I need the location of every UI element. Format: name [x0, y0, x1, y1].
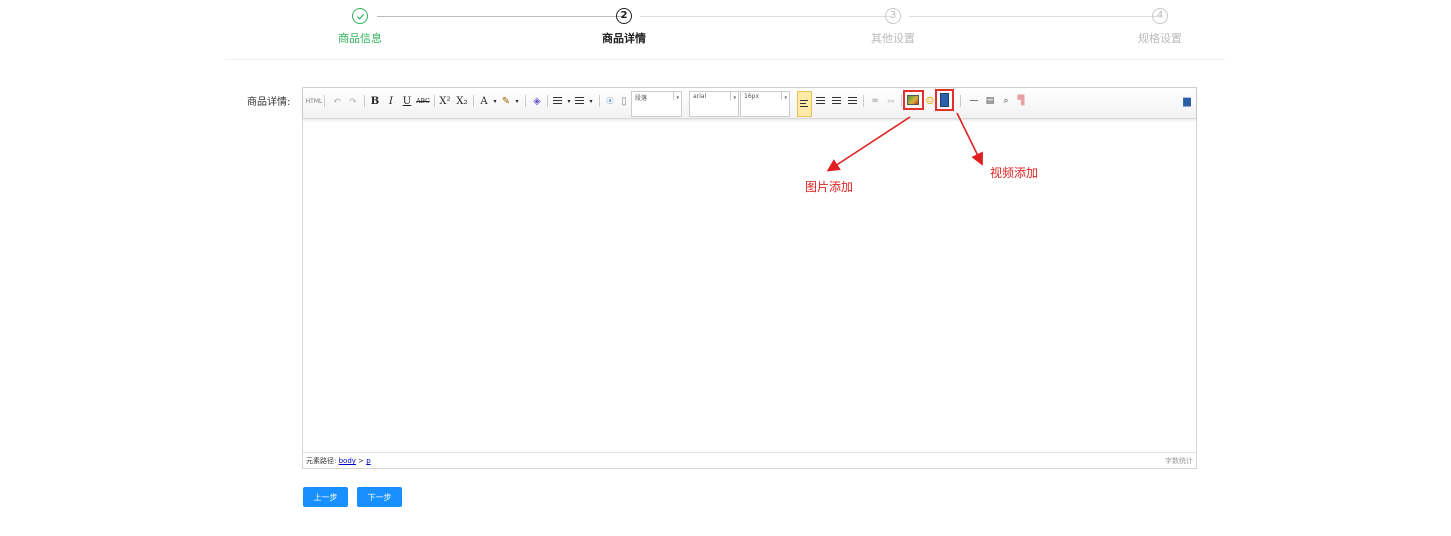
check-icon	[352, 8, 368, 24]
subscript-button[interactable]: X₂	[454, 93, 470, 109]
font-size-select[interactable]: 16px ▾	[740, 91, 790, 117]
source-code-button[interactable]: HTML	[306, 93, 323, 109]
select-divider	[781, 92, 782, 100]
paragraph-select[interactable]: 段落 ▾	[631, 91, 682, 117]
unlink-icon[interactable]: ⚯	[883, 93, 899, 109]
word-count: 字数统计	[1165, 457, 1193, 465]
toolbar-separator	[599, 95, 600, 107]
link-icon[interactable]: ∞	[867, 93, 883, 109]
detail-label: 商品详情:	[247, 97, 291, 108]
toolbar-separator	[434, 95, 435, 107]
toolbar-separator	[901, 95, 902, 107]
redo-icon[interactable]: ↷	[345, 93, 361, 109]
align-lines	[800, 100, 808, 107]
path-separator: >	[358, 457, 365, 465]
undo-icon[interactable]: ↶	[329, 93, 345, 109]
italic-button[interactable]: I	[383, 93, 399, 109]
step-progress: 商品信息 2 商品详情 3 其他设置 4 规格设置	[320, 8, 1200, 48]
step-number: 4	[1152, 8, 1168, 24]
step-number: 3	[885, 8, 901, 24]
step-label: 商品信息	[338, 32, 382, 45]
toolbar-separator	[364, 95, 365, 107]
element-path-label: 元素路径:	[306, 457, 337, 465]
editor-toolbar: HTML ↶ ↷ B I U ABC X² X₂ A ▾ ✎ ▾ ◈ ▾ ▾ ⓐ…	[303, 88, 1196, 119]
superscript-button[interactable]: X²	[437, 93, 453, 109]
font-family-value: arial	[693, 93, 707, 100]
toolbar-separator	[525, 95, 526, 107]
image-highlight-box	[903, 90, 924, 110]
chevron-down-icon[interactable]: ▾	[509, 93, 525, 109]
underline-button[interactable]: U	[399, 93, 415, 109]
preview-icon[interactable]: ⌕	[998, 93, 1014, 109]
prev-step-button[interactable]: 上一步	[303, 487, 348, 507]
step-4: 4 规格设置	[1120, 8, 1200, 46]
rich-text-editor: HTML ↶ ↷ B I U ABC X² X₂ A ▾ ✎ ▾ ◈ ▾ ▾ ⓐ…	[302, 87, 1197, 469]
strikethrough-button[interactable]: ABC	[415, 93, 431, 109]
page-break-icon[interactable]: ▯	[616, 93, 632, 109]
header-divider	[225, 59, 1225, 60]
chevron-down-icon: ▾	[784, 95, 787, 101]
font-family-select[interactable]: arial ▾	[689, 91, 739, 117]
step-label: 规格设置	[1138, 32, 1182, 45]
align-center-icon[interactable]	[816, 97, 825, 105]
video-add-annotation: 视频添加	[990, 166, 1039, 180]
chevron-down-icon: ▾	[676, 95, 679, 101]
step-2: 2 商品详情	[584, 8, 664, 46]
video-highlight-box	[935, 89, 954, 111]
path-p-link[interactable]: p	[366, 457, 370, 465]
font-size-value: 16px	[744, 93, 759, 100]
toolbar-separator	[473, 95, 474, 107]
editor-content-area[interactable]	[303, 118, 1196, 452]
image-add-annotation: 图片添加	[805, 180, 854, 194]
step-label: 其他设置	[871, 32, 915, 45]
toolbar-separator	[324, 95, 325, 107]
chevron-down-icon: ▾	[733, 95, 736, 101]
toolbar-separator	[863, 95, 864, 107]
next-step-button[interactable]: 下一步	[357, 487, 402, 507]
select-divider	[730, 92, 731, 100]
select-divider	[673, 92, 674, 100]
toolbar-separator	[960, 95, 961, 107]
toolbar-separator	[547, 95, 548, 107]
editor-statusbar: 元素路径: body > p 字数统计	[303, 452, 1196, 468]
paragraph-value: 段落	[635, 95, 648, 102]
step-3: 3 其他设置	[853, 8, 933, 46]
template-icon[interactable]: ▜	[1013, 93, 1029, 109]
eraser-icon[interactable]: ◈	[529, 93, 545, 109]
fullscreen-icon[interactable]: ▆	[1179, 93, 1195, 109]
align-left-icon[interactable]	[797, 91, 812, 117]
step-label: 商品详情	[602, 32, 646, 45]
step-1: 商品信息	[320, 8, 400, 46]
chevron-down-icon[interactable]: ▾	[583, 93, 599, 109]
bold-button[interactable]: B	[367, 93, 383, 109]
print-icon[interactable]: ▤	[982, 93, 998, 109]
horizontal-rule-icon[interactable]: —	[966, 93, 982, 109]
step-number: 2	[616, 8, 632, 24]
align-right-icon[interactable]	[832, 97, 841, 105]
path-body-link[interactable]: body	[339, 457, 356, 465]
align-justify-icon[interactable]	[848, 97, 857, 105]
